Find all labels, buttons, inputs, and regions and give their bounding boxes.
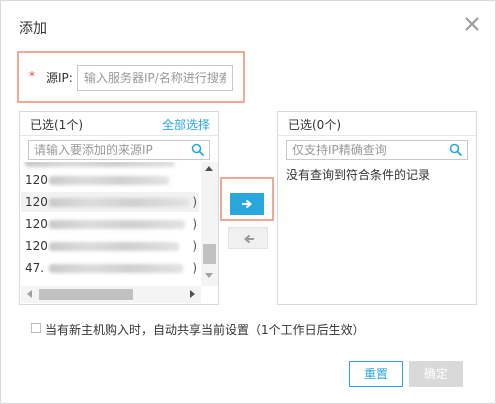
horizontal-scrollbar[interactable] [21,286,201,303]
auto-share-label: 当有新主机购入时，自动共享当前设置（1个工作日后生效） [45,323,365,337]
arrow-left-icon [243,234,254,244]
empty-list-message: 没有查询到符合条件的记录 [286,168,431,182]
selected-search-box [286,140,468,160]
source-ip-search-input[interactable] [77,65,233,91]
list-item[interactable]: 120 ) [21,192,199,212]
select-all-link[interactable]: 全部选择 [162,116,210,133]
available-list-header: 已选(1个) 全部选择 [20,112,218,136]
arrow-right-icon [242,199,253,209]
required-mark: * [29,69,35,83]
list-item[interactable]: 47. ) [21,258,199,278]
available-list[interactable]: 120 120 ) 120 ) 120 ) 47. ) [21,162,201,286]
selected-list-header: 已选(0个) [278,112,476,136]
horizontal-scroll-thumb[interactable] [39,289,133,300]
available-count-label: 已选(1个) [30,118,83,132]
add-dialog: 添加 * 源IP: 已选(1个) 全部选择 120 [0,0,496,404]
close-icon[interactable] [463,15,481,33]
available-search-input[interactable] [29,141,189,159]
list-item[interactable] [21,162,199,170]
move-right-button[interactable] [230,193,264,215]
list-item[interactable]: 120 [21,170,199,190]
dialog-title: 添加 [19,21,47,37]
vertical-scroll-thumb[interactable] [203,244,216,264]
selected-list-panel: 已选(0个) 没有查询到符合条件的记录 [277,111,477,305]
selected-count-label: 已选(0个) [288,118,341,132]
scroll-down-icon[interactable] [205,273,213,278]
search-icon[interactable] [191,143,205,157]
source-ip-field-group: * 源IP: [17,51,245,103]
scroll-up-icon[interactable] [205,166,213,171]
available-search-box [28,140,210,160]
list-item[interactable]: 120 ) [21,214,199,234]
source-ip-label: 源IP: [46,71,73,85]
transfer-highlight [220,177,274,221]
reset-button[interactable]: 重置 [349,361,403,387]
confirm-button[interactable]: 确定 [409,361,463,387]
auto-share-checkbox[interactable] [31,323,41,333]
selected-search-input[interactable] [287,141,447,159]
available-list-panel: 已选(1个) 全部选择 120 120 ) 120 [19,111,219,305]
search-icon[interactable] [449,143,463,157]
vertical-scrollbar[interactable] [201,162,218,286]
scroll-right-icon[interactable] [190,290,195,298]
list-item[interactable]: 120 ) [21,236,199,256]
move-left-button[interactable] [228,227,268,249]
scroll-left-icon[interactable] [27,290,32,298]
